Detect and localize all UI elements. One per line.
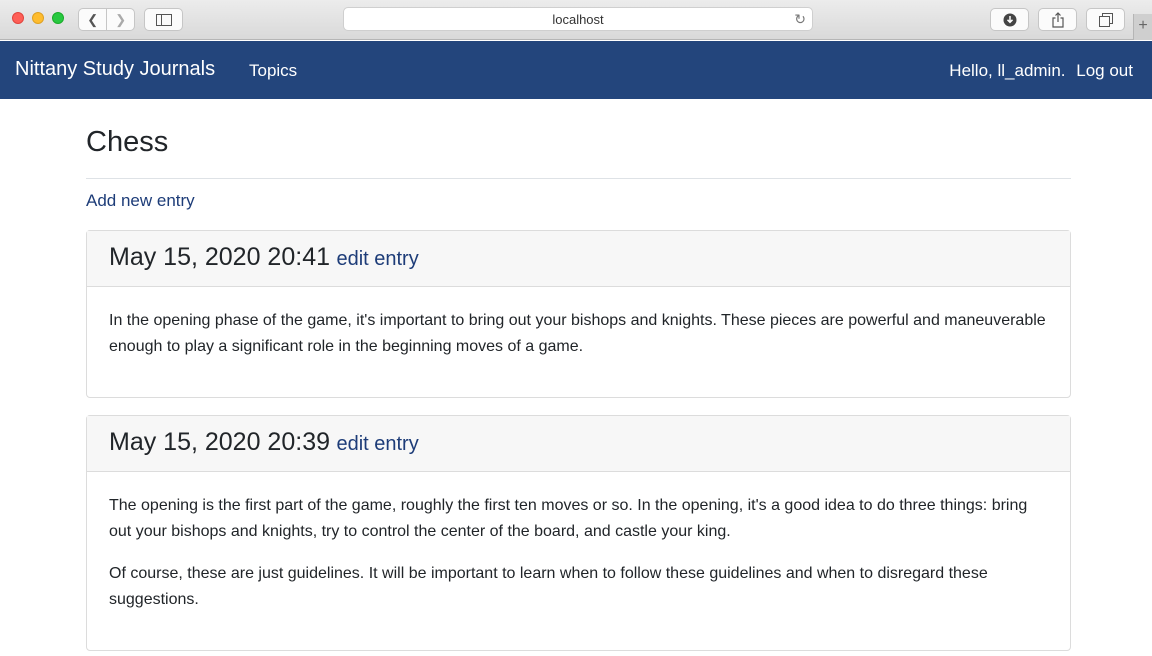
address-bar[interactable]: localhost ↻	[343, 7, 813, 31]
show-tabs-button[interactable]	[1086, 8, 1125, 31]
user-greeting: Hello, ll_admin.	[949, 61, 1066, 80]
reload-icon[interactable]: ↻	[794, 11, 806, 28]
zoom-window-button[interactable]	[52, 12, 64, 24]
entry-body: The opening is the first part of the gam…	[87, 472, 1070, 613]
tabs-icon	[1098, 12, 1113, 27]
download-icon	[1003, 13, 1016, 26]
entry-date: May 15, 2020 20:39	[109, 428, 330, 456]
page-title: Chess	[86, 126, 169, 158]
entry-paragraph: Of course, these are just guidelines. It…	[109, 565, 988, 608]
brand-link[interactable]: Nittany Study Journals	[15, 58, 215, 81]
back-arrow-icon[interactable]: ❮	[79, 9, 106, 30]
site-navbar: Nittany Study Journals Topics Hello, ll_…	[0, 41, 1152, 99]
close-window-button[interactable]	[12, 12, 24, 24]
share-icon	[1051, 11, 1064, 28]
edit-entry-link[interactable]: edit entry	[336, 433, 418, 455]
new-tab-plus-icon[interactable]: +	[1133, 14, 1152, 40]
entry-body: In the opening phase of the game, it's i…	[87, 287, 1070, 360]
forward-arrow-icon[interactable]: ❯	[106, 9, 134, 30]
entry-date: May 15, 2020 20:41	[109, 243, 330, 271]
address-text: localhost	[552, 11, 604, 27]
entry-paragraph: The opening is the first part of the gam…	[109, 497, 1028, 540]
entry-header: May 15, 2020 20:39 edit entry	[87, 416, 1070, 472]
entry-header: May 15, 2020 20:41 edit entry	[87, 231, 1070, 287]
nav-topics-link[interactable]: Topics	[249, 61, 297, 81]
nav-user-area: Hello, ll_admin. Log out	[949, 61, 1133, 81]
minimize-window-button[interactable]	[32, 12, 44, 24]
logout-link[interactable]: Log out	[1076, 61, 1133, 80]
sidebar-toggle-button[interactable]	[144, 8, 183, 31]
downloads-button[interactable]	[990, 8, 1029, 31]
share-button[interactable]	[1038, 8, 1077, 31]
entry-card: May 15, 2020 20:41 edit entry In the ope…	[86, 230, 1071, 398]
sidebar-icon	[155, 13, 172, 26]
add-new-entry-link[interactable]: Add new entry	[86, 191, 195, 211]
browser-toolbar: ❮ ❯ localhost ↻ +	[0, 0, 1152, 40]
title-divider	[86, 178, 1071, 179]
entry-paragraph: In the opening phase of the game, it's i…	[109, 312, 1046, 355]
entry-card: May 15, 2020 20:39 edit entry The openin…	[86, 415, 1071, 651]
history-nav-group: ❮ ❯	[78, 8, 135, 31]
edit-entry-link[interactable]: edit entry	[336, 248, 418, 270]
